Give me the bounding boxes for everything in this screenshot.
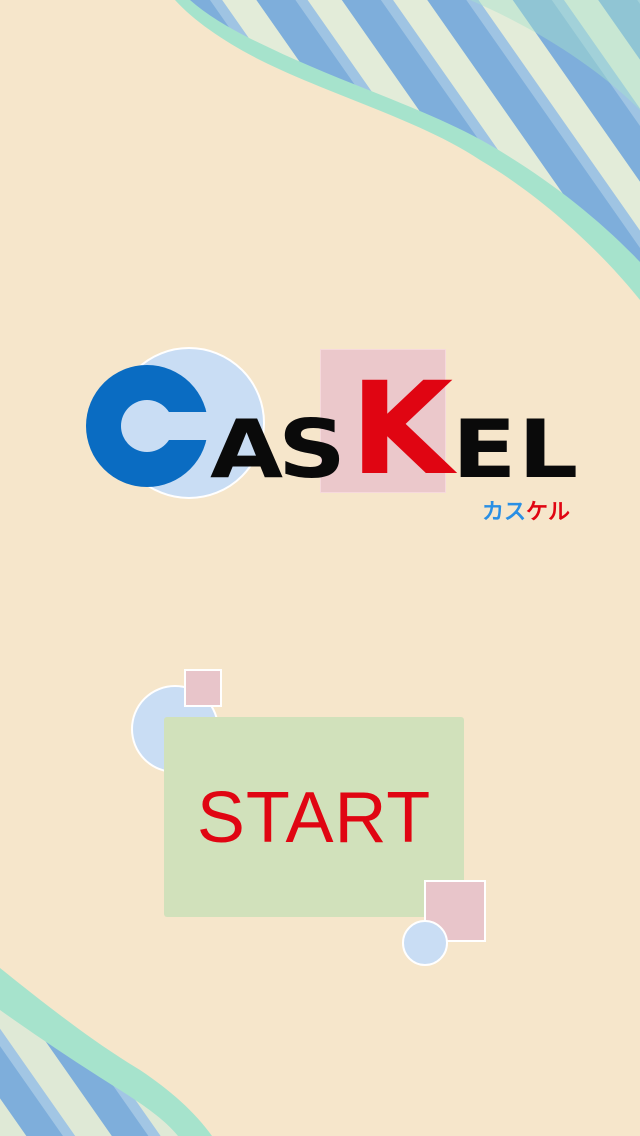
subtitle-blue-part: カス [482,500,527,525]
subtitle-red-part: ケル [526,500,571,525]
start-button[interactable]: START [164,717,464,917]
logo-letter-l: L [518,403,579,496]
c-letter-ring-icon [86,365,208,487]
start-square-decoration [184,669,222,707]
start-circle-bottom-decoration [402,920,448,966]
bottom-ribbon-stripes [0,1010,178,1136]
logo-subtitle: カスケル [482,500,570,526]
logo-letter-k: K [350,355,454,504]
logo-wordmark: A S K E L [210,366,578,494]
title-screen: A S K E L カスケル START [0,0,640,1136]
bottom-ribbon-mint-edge [0,968,212,1136]
start-button-label: START [196,778,432,858]
caskel-logo: A S K E L カスケル [0,0,640,560]
